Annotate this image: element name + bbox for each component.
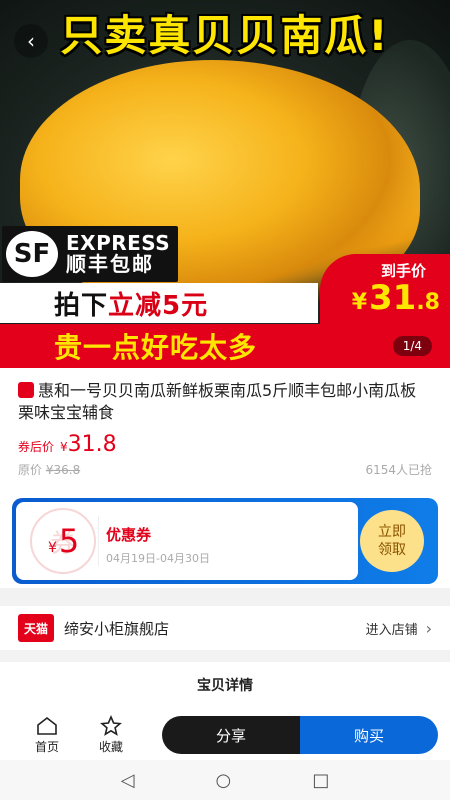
claim-coupon-button[interactable]: 立即 领取 xyxy=(360,510,424,572)
promo-slogan-text: 贵一点好吃太多 xyxy=(54,331,258,364)
coupon-amount: ¥ 5 xyxy=(48,522,79,560)
favorite-label: 收藏 xyxy=(98,740,123,754)
product-title-row: 惠和一号贝贝南瓜新鲜板栗南瓜5斤顺丰包邮小南瓜板栗味宝宝辅食 xyxy=(18,380,432,424)
coupon-name: 优惠券 xyxy=(106,526,152,544)
chevron-left-icon: ‹ xyxy=(27,29,35,53)
coupon-divider xyxy=(98,516,99,566)
tmall-mini-icon xyxy=(18,382,34,398)
coupon-inner: 券 ¥ 5 优惠券 04月19日-04月30日 xyxy=(16,502,358,580)
after-coupon-currency: ¥ xyxy=(60,440,68,454)
share-button[interactable]: 分享 xyxy=(162,716,300,754)
product-hero-image[interactable]: 只卖真贝贝南瓜! ‹ SF EXPRESS 顺丰包邮 到手价 ¥ 31 .8 拍… xyxy=(0,0,450,368)
store-row[interactable]: 天猫 缔安小柜旗舰店 进入店铺 › xyxy=(0,606,450,650)
after-coupon-price-row: 券后价 ¥ 31.8 xyxy=(18,432,432,457)
claim-label-line1: 立即 xyxy=(378,524,406,540)
product-title: 惠和一号贝贝南瓜新鲜板栗南瓜5斤顺丰包邮小南瓜板栗味宝宝辅食 xyxy=(18,381,417,422)
sf-express-badge: SF EXPRESS 顺丰包邮 xyxy=(2,226,178,282)
hero-headline: 只卖真贝贝南瓜! xyxy=(60,10,390,60)
home-icon xyxy=(37,716,57,735)
product-info-card: 惠和一号贝贝南瓜新鲜板栗南瓜5斤顺丰包邮小南瓜板栗味宝宝辅食 券后价 ¥ 31.… xyxy=(0,368,450,488)
tmall-icon: 天猫 xyxy=(18,614,54,642)
coupon-section: 券 ¥ 5 优惠券 04月19日-04月30日 立即 领取 xyxy=(0,488,450,588)
home-nav[interactable]: 首页 xyxy=(22,714,72,755)
home-circle-icon[interactable]: ○ xyxy=(216,770,232,791)
home-label: 首页 xyxy=(34,740,59,754)
enter-store-link[interactable]: 进入店铺 › xyxy=(366,619,432,638)
product-page: 只卖真贝贝南瓜! ‹ SF EXPRESS 顺丰包邮 到手价 ¥ 31 .8 拍… xyxy=(0,0,450,800)
original-price: ¥36.8 xyxy=(45,463,81,477)
buy-button[interactable]: 购买 xyxy=(300,716,438,754)
coupon-card[interactable]: 券 ¥ 5 优惠券 04月19日-04月30日 立即 领取 xyxy=(12,498,438,584)
back-button[interactable]: ‹ xyxy=(14,24,48,58)
price-tag-currency: ¥ xyxy=(351,290,367,315)
claim-label-line2: 领取 xyxy=(378,542,406,558)
price-tag-value: ¥ 31 .8 xyxy=(352,278,440,318)
favorite-nav[interactable]: 收藏 xyxy=(86,714,136,755)
chevron-right-icon: › xyxy=(425,618,432,638)
promo-band-highlight: 立减5元 xyxy=(108,290,209,321)
coupon-currency: ¥ xyxy=(48,540,57,556)
system-nav-bar: ◁ ○ □ xyxy=(0,760,450,800)
sf-logo: SF xyxy=(6,231,58,277)
original-price-label: 原价 xyxy=(18,463,43,477)
coupon-value: 5 xyxy=(58,522,80,560)
promo-band-prefix: 拍下 xyxy=(54,290,109,321)
image-pager: 1/4 xyxy=(392,336,432,356)
details-header: 宝贝详情 xyxy=(0,662,450,708)
coupon-date: 04月19日-04月30日 xyxy=(106,552,210,565)
recents-square-icon[interactable]: □ xyxy=(312,770,329,791)
promo-band-slogan: 贵一点好吃太多 xyxy=(0,324,450,368)
promo-band-discount: 拍下 立减5元 xyxy=(0,283,318,323)
express-label-cn: 顺丰包邮 xyxy=(66,252,154,276)
price-tag-decimal: .8 xyxy=(416,290,440,315)
price-tag-integer: 31 xyxy=(369,278,417,318)
express-label-en: EXPRESS xyxy=(66,231,171,255)
back-triangle-icon[interactable]: ◁ xyxy=(121,770,135,791)
sold-count: 6154人已抢 xyxy=(365,463,432,477)
store-name: 缔安小柜旗舰店 xyxy=(64,619,170,638)
original-price-row: 原价 ¥36.8 6154人已抢 xyxy=(18,461,432,478)
enter-store-label: 进入店铺 xyxy=(365,622,418,638)
bottom-action-bar: 首页 收藏 分享 购买 xyxy=(0,708,450,760)
star-icon xyxy=(100,714,122,736)
after-coupon-price: 31.8 xyxy=(67,432,117,457)
after-coupon-label: 券后价 xyxy=(18,440,55,454)
